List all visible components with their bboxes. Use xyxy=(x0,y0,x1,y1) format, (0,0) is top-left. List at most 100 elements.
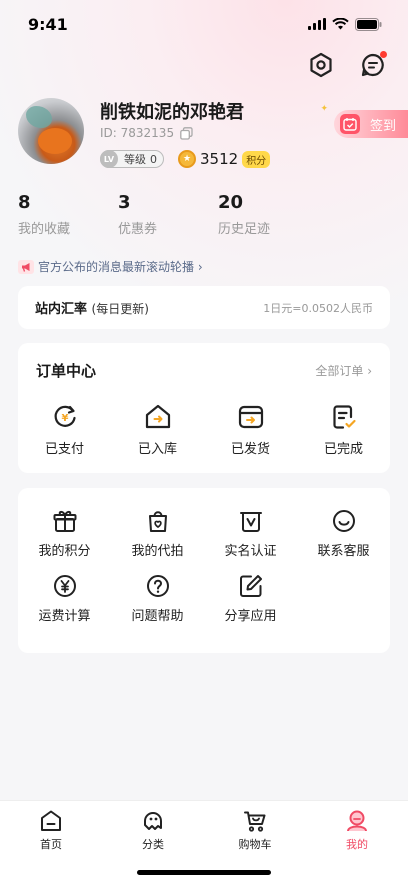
tool-label: 分享应用 xyxy=(224,609,277,624)
badges-row: LV 等级 0 ★ 3512 积分 xyxy=(100,150,271,168)
stat-coupons[interactable]: 3 优惠券 xyxy=(118,192,218,237)
tab-home[interactable]: 首页 xyxy=(0,801,102,883)
stat-label: 历史足迹 xyxy=(218,222,271,237)
home-icon xyxy=(41,810,61,831)
order-title: 订单中心 xyxy=(36,362,97,380)
battery-icon xyxy=(355,17,382,31)
tool-label: 我的代拍 xyxy=(131,544,184,559)
points-tag: 积分 xyxy=(242,150,271,168)
level-value: 0 xyxy=(150,152,157,166)
order-header: 订单中心 全部订单 › xyxy=(18,343,390,381)
messages-button[interactable] xyxy=(358,50,388,80)
tool-share-app[interactable]: 分享应用 xyxy=(204,573,297,638)
tab-label: 我的 xyxy=(346,838,368,851)
order-item-warehoused[interactable]: 已入库 xyxy=(111,403,204,457)
home-indicator xyxy=(137,870,271,875)
yen-circle-icon xyxy=(53,575,76,597)
checkin-button[interactable]: 签到 xyxy=(334,110,408,138)
stat-favorites[interactable]: 8 我的收藏 xyxy=(18,192,118,237)
announcement-bar[interactable]: 官方公布的消息最新滚动轮播 › xyxy=(18,258,203,275)
hexagon-settings-icon xyxy=(310,52,332,78)
coin-icon: ★ xyxy=(178,150,196,168)
exchange-rate-card: 站内汇率 (每日更新) 1日元=0.0502人民币 xyxy=(18,286,390,329)
tool-shipping-calc[interactable]: 运费计算 xyxy=(18,573,111,638)
tool-my-points[interactable]: 我的积分 xyxy=(18,508,111,573)
avatar-leaf-shape xyxy=(26,106,52,128)
tab-label: 首页 xyxy=(40,838,62,851)
stat-history[interactable]: 20 历史足迹 xyxy=(218,192,318,237)
settings-button[interactable] xyxy=(306,50,336,80)
order-item-label: 已入库 xyxy=(137,442,177,457)
level-text: 等级 xyxy=(124,153,146,166)
tool-label: 我的积分 xyxy=(38,544,91,559)
gift-icon xyxy=(53,511,76,532)
points-value: 3512 xyxy=(200,150,239,168)
tools-grid: 我的积分 我的代拍 实名认证 联系客服 运费计算 问题帮助 分享应用 xyxy=(18,488,390,638)
user-id-row: ID: 7832135 xyxy=(100,126,193,140)
warehouse-icon xyxy=(145,404,170,429)
announcement-text: 官方公布的消息最新滚动轮播 › xyxy=(38,260,203,274)
tool-label: 联系客服 xyxy=(317,544,370,559)
sparkle-icon: ✦ xyxy=(320,104,328,114)
svg-text:¥: ¥ xyxy=(61,413,68,424)
order-item-label: 已发货 xyxy=(230,442,270,457)
exchange-title: 站内汇率 (每日更新) xyxy=(35,298,149,317)
tool-label: 实名认证 xyxy=(224,544,277,559)
megaphone-icon xyxy=(18,259,34,274)
exchange-subtitle: (每日更新) xyxy=(91,302,149,316)
tool-verification[interactable]: 实名认证 xyxy=(204,508,297,573)
completed-icon xyxy=(332,405,356,429)
profile-icon xyxy=(347,810,367,832)
stat-value: 3 xyxy=(118,192,131,213)
tab-profile[interactable]: 我的 xyxy=(306,801,408,883)
id-card-icon xyxy=(239,512,262,532)
status-icons xyxy=(308,17,382,31)
stat-label: 优惠券 xyxy=(118,222,158,237)
level-badge[interactable]: LV 等级 0 xyxy=(100,150,164,168)
order-status-row: ¥ 已支付 已入库 已发货 已完成 xyxy=(18,403,390,457)
order-item-paid[interactable]: ¥ 已支付 xyxy=(18,403,111,457)
avatar[interactable] xyxy=(18,98,84,164)
status-time: 9:41 xyxy=(28,14,68,34)
unread-dot xyxy=(380,51,387,58)
status-bar: 9:41 xyxy=(0,0,408,48)
level-icon: LV xyxy=(100,150,118,168)
tool-help[interactable]: 问题帮助 xyxy=(111,573,204,638)
checkin-label: 签到 xyxy=(370,118,397,134)
tool-customer-service[interactable]: 联系客服 xyxy=(297,508,390,573)
top-actions xyxy=(306,50,388,80)
bag-icon xyxy=(148,511,167,532)
order-item-label: 已完成 xyxy=(323,442,363,457)
cart-icon xyxy=(244,811,266,832)
username: 削铁如泥的邓艳君 xyxy=(100,102,244,123)
tab-label: 购物车 xyxy=(238,838,272,851)
calendar-check-icon xyxy=(340,114,360,134)
order-item-shipped[interactable]: 已发货 xyxy=(204,403,297,457)
exchange-title-text: 站内汇率 xyxy=(35,302,88,317)
avatar-pumpkin-shape xyxy=(38,128,72,154)
share-edit-icon xyxy=(239,575,262,597)
stat-label: 我的收藏 xyxy=(18,222,71,237)
order-item-label: 已支付 xyxy=(44,442,84,457)
stat-value: 20 xyxy=(218,192,244,213)
tool-label: 运费计算 xyxy=(38,609,91,624)
order-item-completed[interactable]: 已完成 xyxy=(297,403,390,457)
user-id: ID: 7832135 xyxy=(100,126,175,140)
category-icon xyxy=(144,812,162,830)
all-orders-link[interactable]: 全部订单 › xyxy=(315,362,372,379)
order-center-card: 订单中心 全部订单 › ¥ 已支付 已入库 已发货 已完成 xyxy=(18,343,390,473)
copy-icon[interactable] xyxy=(180,126,193,140)
points-display[interactable]: ★ 3512 积分 xyxy=(178,150,271,168)
tools-card: 我的积分 我的代拍 实名认证 联系客服 运费计算 问题帮助 分享应用 xyxy=(18,488,390,653)
exchange-value: 1日元=0.0502人民币 xyxy=(263,301,373,315)
tool-my-auction[interactable]: 我的代拍 xyxy=(111,508,204,573)
chat-smile-icon xyxy=(332,510,355,532)
wifi-icon xyxy=(332,18,349,30)
paid-icon: ¥ xyxy=(54,405,76,427)
stat-value: 8 xyxy=(18,192,31,213)
profile-section: 削铁如泥的邓艳君 ID: 7832135 LV 等级 0 ★ 3512 积分 xyxy=(18,98,390,168)
signal-icon xyxy=(308,18,326,30)
tool-label: 问题帮助 xyxy=(131,609,184,624)
tab-label: 分类 xyxy=(142,838,164,851)
question-icon xyxy=(146,575,169,597)
